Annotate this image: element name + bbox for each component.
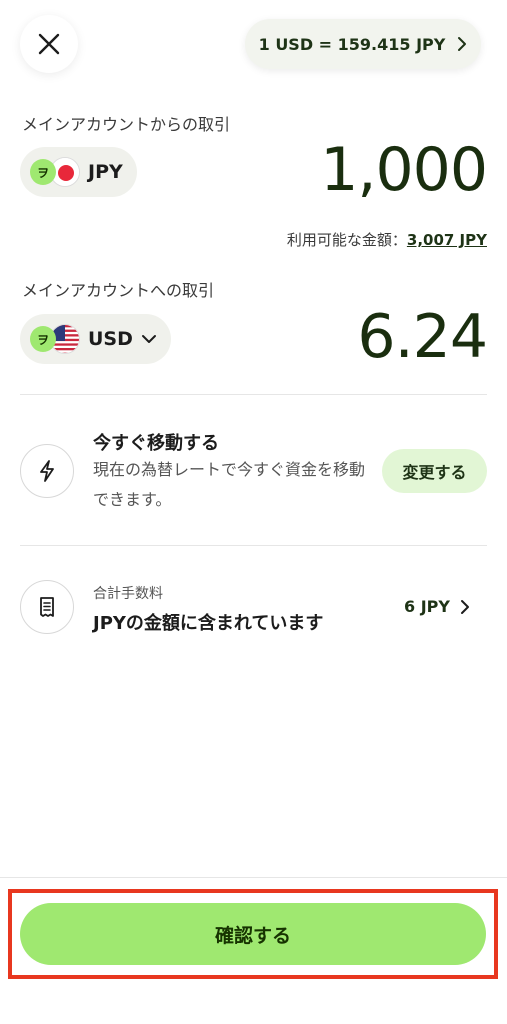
lightning-icon [40,460,54,482]
divider [20,394,487,395]
wise-logo-icon: ヲ [30,326,56,352]
receipt-icon-badge [20,580,74,634]
available-balance: 利用可能な金額：3,007 JPY [287,229,487,250]
fee-title: JPYの金額に含まれています [93,613,324,634]
available-balance-value[interactable]: 3,007 JPY [407,231,487,249]
to-currency-selector[interactable]: ヲ USD [20,314,171,364]
chevron-right-icon [460,599,469,614]
chevron-right-icon [458,37,467,51]
change-button[interactable]: 変更する [382,449,487,493]
fee-subtitle: 合計手数料 [93,586,163,602]
from-account-label: メインアカウントからの取引 [22,115,231,134]
footer-divider [0,877,507,878]
move-now-description: 現在の為替レートで今すぐ資金を移動できます。 [93,460,366,509]
close-button[interactable] [20,15,78,73]
transfer-screen: 1 USD = 159.415 JPY メインアカウントからの取引 ヲ JPY … [0,0,507,1024]
lightning-icon-badge [20,444,74,498]
exchange-rate-text: 1 USD = 159.415 JPY [258,34,446,54]
available-balance-label: 利用可能な金額： [286,231,407,249]
divider [20,545,487,546]
fee-value: 6 JPY [404,597,450,616]
close-icon [38,33,60,55]
from-currency-selector[interactable]: ヲ JPY [20,147,137,197]
confirm-button[interactable]: 確認する [20,903,486,965]
move-now-title: 今すぐ移動する [93,433,219,454]
from-amount-input[interactable]: 1,000 [320,140,488,200]
fee-details-button[interactable]: 6 JPY [404,597,470,616]
receipt-icon [40,597,54,617]
to-account-label: メインアカウントへの取引 [22,281,215,300]
chevron-down-icon [141,335,156,343]
wise-logo-icon: ヲ [30,159,56,185]
from-currency-code: JPY [88,161,123,183]
to-currency-code: USD [88,328,133,350]
exchange-rate-button[interactable]: 1 USD = 159.415 JPY [245,19,481,69]
to-amount-input[interactable]: 6.24 [357,307,488,367]
